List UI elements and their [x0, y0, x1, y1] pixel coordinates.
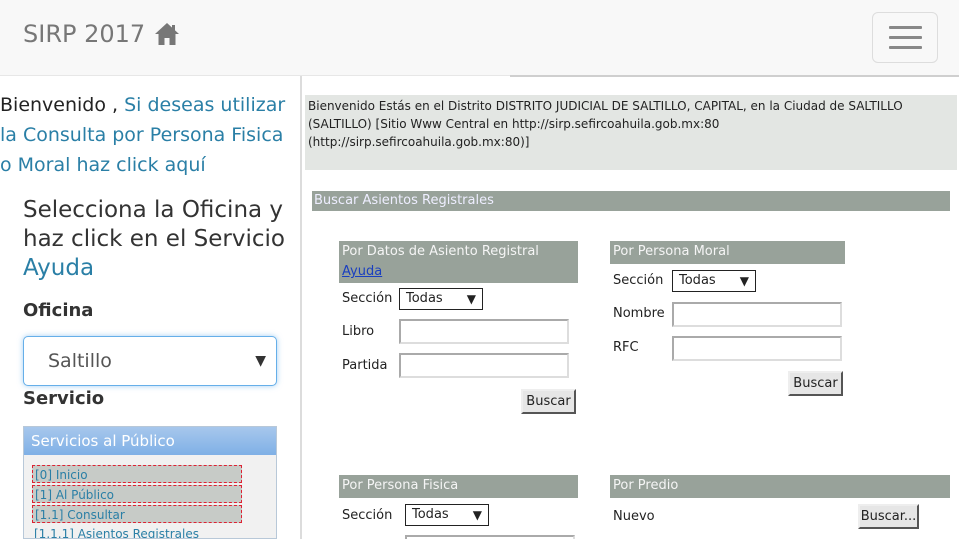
asiento-help-link[interactable]: Ayuda	[342, 264, 382, 279]
oficina-select[interactable]: Saltillo ▼	[23, 336, 277, 386]
libro-label: Libro	[342, 324, 375, 339]
oficina-label: Oficina	[23, 300, 94, 321]
caret-down-icon: ▼	[472, 508, 482, 522]
asiento-seccion-label: Sección	[342, 291, 393, 306]
fisica-panel-header: Por Persona Fisica	[339, 475, 578, 498]
asiento-panel-header: Por Datos de Asiento Registral Ayuda	[339, 241, 578, 283]
partida-label: Partida	[342, 358, 388, 373]
hamburger-menu-icon	[889, 26, 922, 29]
info-line-2: (SALTILLO) [Sitio Www Central en http://…	[308, 117, 720, 131]
moral-buscar-button[interactable]: Buscar	[788, 371, 843, 396]
info-line-1: Bienvenido Estás en el Distrito DISTRITO…	[308, 99, 903, 113]
select-office-text: Selecciona la Oficina y haz click en el …	[23, 197, 285, 252]
rfc-input[interactable]	[672, 336, 842, 361]
caret-down-icon: ▼	[739, 274, 749, 288]
predio-panel-header: Por Predio	[610, 475, 950, 498]
navbar-underline	[510, 75, 959, 77]
moral-panel-header: Por Persona Moral	[610, 241, 845, 264]
service-item-inicio[interactable]: [0] Inicio	[32, 465, 242, 483]
nombre-label: Nombre	[613, 306, 665, 321]
asiento-panel-title: Por Datos de Asiento Registral	[342, 244, 539, 259]
fisica-seccion-value: Todas	[412, 507, 449, 522]
service-item-al-publico[interactable]: [1] Al Público	[32, 485, 242, 503]
navbar: SIRP 2017	[0, 0, 959, 76]
oficina-value: Saltillo	[48, 350, 112, 372]
rfc-label: RFC	[613, 340, 639, 355]
fisica-seccion-select[interactable]: Todas ▼	[405, 504, 489, 526]
caret-down-icon: ▼	[255, 353, 266, 369]
services-panel: Servicios al Público [0] Inicio [1] Al P…	[23, 426, 277, 539]
nombre-input[interactable]	[672, 302, 842, 327]
fisica-seccion-label: Sección	[342, 508, 393, 523]
nuevo-label: Nuevo	[613, 509, 655, 524]
info-line-3: (http://sirp.sefircoahuila.gob.mx:80)]	[308, 135, 530, 149]
welcome-text: Bienvenido , Si deseas utilizar la Consu…	[0, 90, 300, 180]
service-item-asientos-registrales[interactable]: [1.1.1] Asientos Registrales	[32, 525, 199, 538]
select-office-title: Selecciona la Oficina y haz click en el …	[23, 196, 293, 283]
left-column: Bienvenido , Si deseas utilizar la Consu…	[0, 90, 300, 180]
hamburger-menu-button[interactable]	[872, 12, 938, 63]
asiento-buscar-button[interactable]: Buscar	[521, 389, 576, 414]
partida-input[interactable]	[399, 353, 569, 378]
libro-input[interactable]	[399, 319, 569, 344]
brand-title[interactable]: SIRP 2017	[23, 20, 145, 48]
services-header: Servicios al Público	[24, 427, 276, 455]
help-link[interactable]: Ayuda	[23, 255, 94, 281]
home-icon[interactable]	[153, 20, 181, 48]
predio-buscar-button[interactable]: Buscar...	[858, 504, 919, 529]
fisica-next-input[interactable]	[405, 535, 575, 539]
hamburger-line	[889, 36, 922, 39]
service-item-consultar[interactable]: [1.1] Consultar	[32, 505, 242, 523]
brand[interactable]: SIRP 2017	[23, 20, 181, 48]
moral-seccion-label: Sección	[613, 273, 664, 288]
search-section-title: Buscar Asientos Registrales	[312, 191, 950, 211]
servicio-label: Servicio	[23, 388, 105, 409]
welcome-prefix: Bienvenido ,	[0, 94, 125, 116]
caret-down-icon: ▼	[466, 292, 476, 306]
moral-seccion-value: Todas	[679, 273, 716, 288]
district-info: Bienvenido Estás en el Distrito DISTRITO…	[305, 95, 957, 170]
column-divider	[300, 76, 302, 539]
asiento-seccion-value: Todas	[406, 291, 443, 306]
hamburger-line	[889, 46, 922, 49]
asiento-seccion-select[interactable]: Todas ▼	[399, 288, 483, 310]
moral-seccion-select[interactable]: Todas ▼	[672, 270, 756, 292]
